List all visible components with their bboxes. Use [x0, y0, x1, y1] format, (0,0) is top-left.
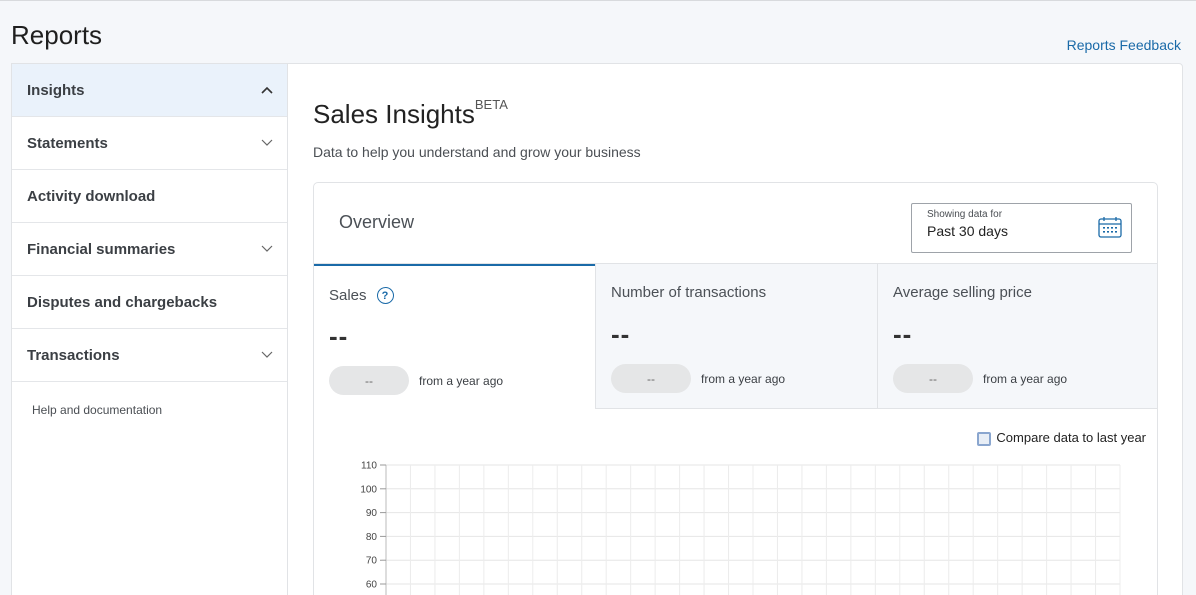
metric-label: Sales ?	[329, 287, 394, 304]
page-title: Reports	[11, 20, 103, 50]
sidebar: Insights Statements Activity download Fi…	[11, 63, 287, 595]
metric-value: --	[329, 321, 349, 351]
sidebar-item-label: Transactions	[27, 346, 120, 364]
chart-y-tick-label: 100	[360, 484, 377, 495]
sidebar-item-insights[interactable]: Insights	[12, 64, 287, 117]
date-range-label: Showing data for	[927, 209, 1003, 220]
insights-title-text: Sales Insights	[313, 99, 475, 129]
compare-label: Compare data to last year	[996, 429, 1146, 445]
sidebar-item-transactions[interactable]: Transactions	[12, 329, 287, 382]
change-text: from a year ago	[701, 371, 786, 386]
overview-title: Overview	[339, 212, 415, 232]
compare-last-year-toggle[interactable]: Compare data to last year	[977, 428, 1146, 446]
sidebar-item-label: Disputes and chargebacks	[27, 293, 218, 311]
chevron-down-icon	[260, 348, 274, 362]
metric-label-text: Number of transactions	[611, 284, 767, 301]
beta-badge: BETA	[474, 97, 508, 113]
help-and-documentation-link[interactable]: Help and documentation	[12, 382, 287, 417]
change-text: from a year ago	[983, 371, 1068, 386]
metrics-tabs: Sales ? -- -- from a year ago Number of …	[314, 263, 1157, 409]
compare-checkbox[interactable]	[977, 432, 992, 446]
metric-label-text: Average selling price	[893, 284, 1032, 301]
metric-value: --	[893, 319, 913, 349]
metric-tab-number-of-transactions[interactable]: Number of transactions -- -- from a year…	[595, 264, 877, 409]
metric-change: -- from a year ago	[893, 364, 1067, 393]
chart-y-tick-label: 60	[366, 580, 378, 591]
insights-title: Sales InsightsBETA	[313, 97, 508, 130]
change-pill: --	[329, 366, 409, 395]
sidebar-item-financial-summaries[interactable]: Financial summaries	[12, 223, 287, 276]
reports-feedback-link[interactable]: Reports Feedback	[1067, 37, 1181, 53]
sidebar-item-disputes-and-chargebacks[interactable]: Disputes and chargebacks	[12, 276, 287, 329]
date-range-picker[interactable]: Showing data for Past 30 days	[911, 203, 1132, 253]
overview-card: Overview Showing data for Past 30 days S…	[313, 182, 1158, 595]
sidebar-item-label: Financial summaries	[27, 240, 176, 258]
chevron-up-icon	[260, 83, 274, 97]
metric-change: -- from a year ago	[611, 364, 785, 393]
change-pill: --	[893, 364, 973, 393]
chart-y-tick-label: 90	[366, 508, 378, 519]
change-pill: --	[611, 364, 691, 393]
sidebar-item-label: Statements	[27, 134, 108, 152]
metric-value: --	[611, 319, 631, 349]
metric-tab-sales[interactable]: Sales ? -- -- from a year ago	[314, 264, 595, 409]
chevron-down-icon	[260, 136, 274, 150]
sidebar-item-statements[interactable]: Statements	[12, 117, 287, 170]
metric-label: Average selling price	[893, 284, 1032, 301]
chevron-down-icon	[260, 242, 274, 256]
chart-y-tick-label: 80	[366, 532, 378, 543]
change-text: from a year ago	[419, 373, 504, 388]
sidebar-item-activity-download[interactable]: Activity download	[12, 170, 287, 223]
sales-chart: 110 100 90 80 70 60	[360, 461, 1121, 595]
sidebar-item-label: Activity download	[27, 187, 156, 205]
insights-subtitle: Data to help you understand and grow you…	[313, 144, 641, 160]
date-range-value: Past 30 days	[927, 223, 1008, 239]
sidebar-item-label: Insights	[27, 81, 85, 99]
metric-change: -- from a year ago	[329, 366, 503, 395]
main-panel: Sales InsightsBETA Data to help you unde…	[287, 63, 1183, 595]
chart-y-tick-label: 70	[366, 556, 378, 567]
calendar-icon	[1098, 216, 1122, 243]
metric-tab-average-selling-price[interactable]: Average selling price -- -- from a year …	[877, 264, 1157, 409]
metric-label-text: Sales	[329, 287, 367, 304]
metric-label: Number of transactions	[611, 284, 766, 301]
help-icon[interactable]: ?	[376, 287, 394, 304]
chart-y-tick-label: 110	[361, 461, 377, 472]
